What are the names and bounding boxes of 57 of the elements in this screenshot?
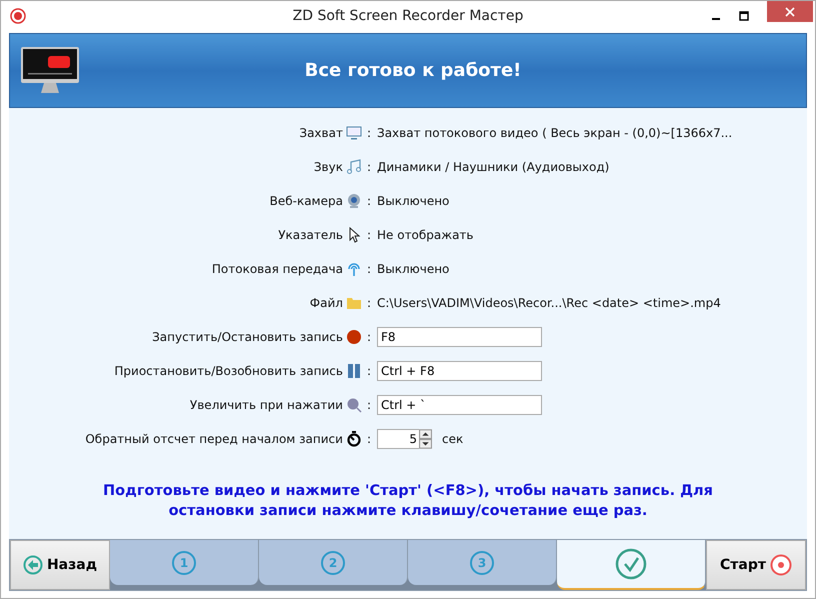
- monitor-icon: [346, 125, 362, 141]
- record-icon: [10, 8, 26, 24]
- hotkey-field[interactable]: Ctrl + F8: [377, 361, 542, 381]
- record-icon: [770, 554, 792, 576]
- colon: :: [366, 228, 371, 242]
- step-tab[interactable]: [557, 540, 706, 590]
- close-icon: [785, 6, 795, 16]
- music-note-icon: [346, 159, 362, 175]
- field-label: Приостановить/Возобновить запись: [114, 364, 343, 378]
- colon: :: [366, 432, 371, 446]
- field-label: Указатель: [278, 228, 343, 242]
- field-value: Не отображать: [377, 228, 474, 242]
- colon: :: [366, 262, 371, 276]
- field-label: Потоковая передача: [212, 262, 343, 276]
- step-number: 2: [321, 550, 345, 574]
- instruction-text: Подготовьте видео и нажмите 'Старт' (<F8>), чтобы начать запись. Для остановки записи нажмите клавишу/сочетание еще раз.: [102, 482, 714, 521]
- field-label: Запустить/Остановить запись: [152, 330, 343, 344]
- banner-title: Все готово к работе!: [304, 60, 522, 81]
- step-number: 1: [172, 550, 196, 574]
- field-value: Динамики / Наушники (Аудиовыход): [377, 160, 610, 174]
- signal-icon: [346, 261, 362, 277]
- hotkey-field[interactable]: F8: [377, 327, 542, 347]
- record-icon: [346, 329, 362, 345]
- spin-arrows-icon[interactable]: [419, 429, 432, 449]
- field-value: C:\Users\VADIM\Videos\Recor...\Rec <date> <time>.mp4: [377, 296, 721, 310]
- check-icon: [615, 548, 647, 580]
- colon: :: [366, 296, 371, 310]
- folder-icon: [346, 295, 362, 311]
- field-label: Увеличить при нажатии: [190, 398, 343, 412]
- timer-icon: [346, 431, 362, 447]
- field-label: Веб-камера: [270, 194, 343, 208]
- colon: :: [366, 364, 371, 378]
- field-label: Звук: [314, 160, 343, 174]
- field-label: Захват: [299, 126, 343, 140]
- colon: :: [366, 330, 371, 344]
- field-value: Выключено: [377, 194, 450, 208]
- zoom-icon: [346, 397, 362, 413]
- close-button[interactable]: [767, 1, 813, 22]
- window-title: ZD Soft Screen Recorder Мастер: [292, 8, 524, 24]
- field-label: Обратный отсчет перед началом записи: [85, 432, 343, 446]
- colon: :: [366, 126, 371, 140]
- countdown-field[interactable]: 5: [377, 429, 419, 449]
- monitor-icon: [20, 46, 80, 96]
- pause-icon: [346, 363, 362, 379]
- start-button[interactable]: Старт: [706, 540, 806, 590]
- colon: :: [366, 194, 371, 208]
- colon: :: [366, 398, 371, 412]
- field-label: Файл: [310, 296, 343, 310]
- colon: :: [366, 160, 371, 174]
- field-value: Захват потокового видео ( Весь экран - (0,0)~[1366x7...: [377, 126, 732, 140]
- field-value: Выключено: [377, 262, 450, 276]
- hotkey-field[interactable]: Ctrl + `: [377, 395, 542, 415]
- back-button[interactable]: Назад: [10, 540, 110, 590]
- maximize-icon[interactable]: [739, 11, 749, 21]
- step-number: 3: [470, 550, 494, 574]
- unit-label: сек: [442, 432, 464, 446]
- webcam-icon: [346, 193, 362, 209]
